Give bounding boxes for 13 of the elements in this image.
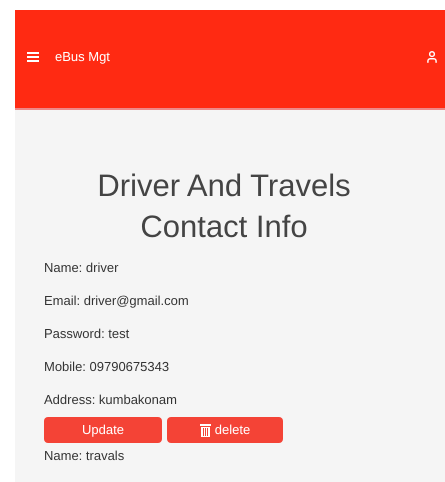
contact-field: Mobile: 09790675343 [44, 358, 445, 375]
update-button[interactable]: Update [44, 417, 162, 443]
contact-field: Address: kumbakonam [44, 391, 445, 408]
contact-field: Password: test [44, 325, 445, 342]
delete-button[interactable]: delete [167, 417, 283, 443]
page-title: Driver And Travels Contact Info [96, 167, 352, 246]
app-title: eBus Mgt [55, 48, 110, 66]
trash-icon [200, 423, 211, 437]
contact-field: Name: travals [44, 447, 445, 464]
user-icon[interactable] [425, 50, 439, 64]
contact-field: Email: driver@gmail.com [44, 292, 445, 309]
menu-icon[interactable] [27, 52, 39, 62]
contact-field: Name: driver [44, 259, 445, 276]
